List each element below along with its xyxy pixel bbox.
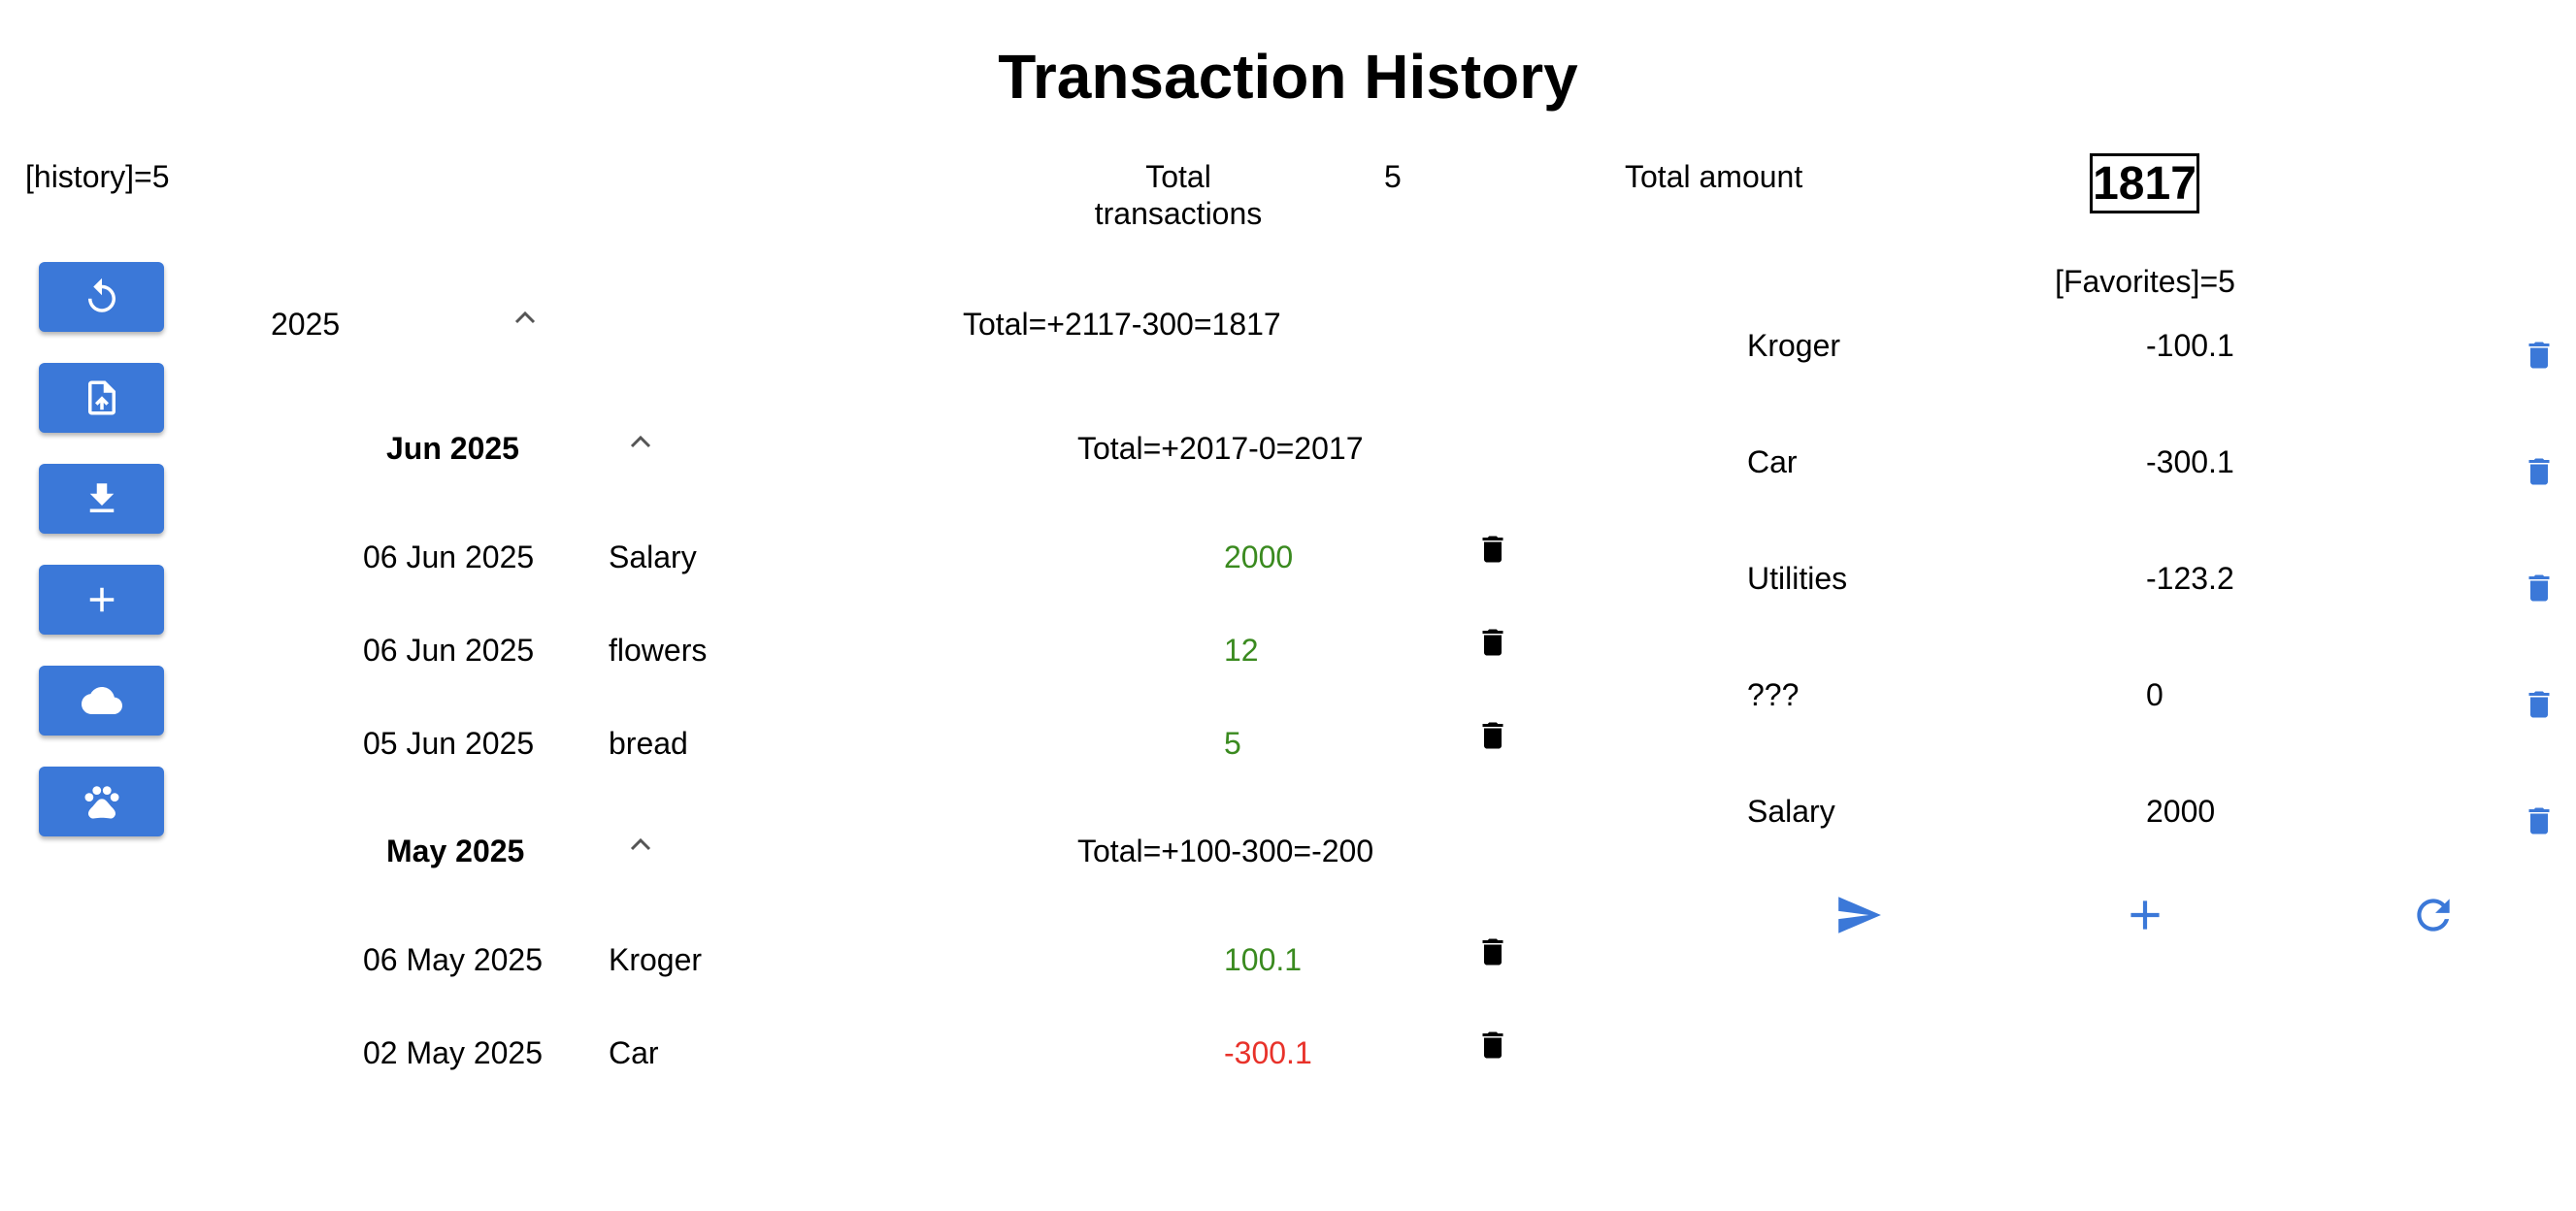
page-title: Transaction History bbox=[998, 42, 1578, 112]
total-amount-value: 1817 bbox=[2090, 153, 2199, 213]
chevron-up-icon bbox=[514, 311, 536, 324]
paw-button[interactable] bbox=[39, 767, 164, 836]
trash-icon bbox=[2528, 458, 2550, 485]
cloud-icon bbox=[81, 687, 122, 714]
row-amount: -300.1 bbox=[1224, 1035, 1312, 1070]
month-total: Total=+2017-0=2017 bbox=[1077, 431, 1364, 466]
refresh-icon bbox=[87, 278, 116, 312]
year-collapse-chevron[interactable] bbox=[511, 303, 540, 332]
total-amount-label: Total amount bbox=[1625, 159, 1803, 194]
total-transactions-value: 5 bbox=[1384, 159, 1402, 194]
year-total: Total=+2117-300=1817 bbox=[963, 307, 1281, 342]
row-date: 06 May 2025 bbox=[363, 942, 544, 977]
trash-icon bbox=[2528, 342, 2550, 369]
month-collapse-chevron[interactable] bbox=[626, 427, 655, 456]
row-date: 06 Jun 2025 bbox=[363, 633, 535, 668]
delete-button[interactable] bbox=[1475, 529, 1510, 570]
trash-icon bbox=[1482, 1031, 1503, 1059]
row-date: 02 May 2025 bbox=[363, 1035, 544, 1070]
download-button[interactable] bbox=[39, 464, 164, 534]
row-name: Kroger bbox=[609, 942, 703, 977]
row-amount: 12 bbox=[1224, 633, 1259, 668]
favorite-delete-button[interactable] bbox=[2522, 568, 2557, 608]
delete-button[interactable] bbox=[1475, 622, 1510, 663]
favorites-header: [Favorites]=5 bbox=[2055, 264, 2235, 299]
file-upload-icon bbox=[87, 380, 116, 415]
refresh-icon bbox=[2417, 899, 2450, 932]
refresh-button[interactable] bbox=[39, 262, 164, 332]
trash-icon bbox=[2528, 807, 2550, 835]
favorite-item[interactable]: Utilities -123.2 bbox=[1737, 560, 2572, 602]
table-row: 05 Jun 2025 bread 5 bbox=[0, 722, 1553, 766]
row-name: Car bbox=[609, 1035, 659, 1070]
favorite-name: Car bbox=[1747, 444, 1798, 479]
add-favorite-button[interactable] bbox=[2121, 891, 2169, 939]
table-row: 06 Jun 2025 Salary 2000 bbox=[0, 536, 1553, 579]
trash-icon bbox=[1482, 536, 1503, 563]
send-icon bbox=[1838, 897, 1881, 933]
trash-icon bbox=[1482, 938, 1503, 966]
favorite-item[interactable]: ??? 0 bbox=[1737, 676, 2572, 718]
table-row: 06 Jun 2025 flowers 12 bbox=[0, 629, 1553, 672]
plus-icon bbox=[2130, 900, 2160, 930]
refresh-favorites-button[interactable] bbox=[2409, 891, 2458, 939]
month-total: Total=+100-300=-200 bbox=[1077, 834, 1374, 868]
row-name: Salary bbox=[609, 540, 697, 574]
favorite-amount: 2000 bbox=[2146, 794, 2216, 829]
trash-icon bbox=[2528, 691, 2550, 718]
send-button[interactable] bbox=[1834, 891, 1883, 939]
favorite-item[interactable]: Kroger -100.1 bbox=[1737, 327, 2572, 369]
row-amount: 5 bbox=[1224, 726, 1241, 761]
favorite-item[interactable]: Car -300.1 bbox=[1737, 443, 2572, 485]
row-name: flowers bbox=[609, 633, 708, 668]
favorite-item[interactable]: Salary 2000 bbox=[1737, 793, 2572, 835]
month-label: Jun 2025 bbox=[386, 431, 519, 466]
favorite-amount: -100.1 bbox=[2146, 328, 2234, 363]
row-amount: 100.1 bbox=[1224, 942, 1303, 977]
row-date: 06 Jun 2025 bbox=[363, 540, 535, 574]
total-transactions-label: Total transactions bbox=[1048, 158, 1308, 232]
favorite-delete-button[interactable] bbox=[2522, 335, 2557, 376]
table-row: 06 May 2025 Kroger 100.1 bbox=[0, 938, 1553, 982]
favorite-delete-button[interactable] bbox=[2522, 801, 2557, 841]
favorite-amount: -123.2 bbox=[2146, 561, 2234, 596]
delete-button[interactable] bbox=[1475, 715, 1510, 756]
favorite-delete-button[interactable] bbox=[2522, 451, 2557, 492]
month-collapse-chevron[interactable] bbox=[626, 830, 655, 859]
delete-button[interactable] bbox=[1475, 1025, 1510, 1065]
plus-icon bbox=[89, 587, 114, 612]
paw-icon bbox=[84, 786, 118, 819]
favorite-delete-button[interactable] bbox=[2522, 684, 2557, 725]
history-count: [history]=5 bbox=[25, 159, 170, 194]
table-row: 02 May 2025 Car -300.1 bbox=[0, 1031, 1553, 1075]
chevron-up-icon bbox=[630, 435, 651, 448]
favorite-name: ??? bbox=[1747, 677, 1800, 712]
delete-button[interactable] bbox=[1475, 932, 1510, 972]
download-icon bbox=[89, 483, 114, 512]
row-amount: 2000 bbox=[1224, 540, 1294, 574]
favorite-amount: 0 bbox=[2146, 677, 2163, 712]
total-transactions-label-line2: transactions bbox=[1094, 196, 1263, 231]
month-label: May 2025 bbox=[386, 834, 525, 868]
favorite-name: Salary bbox=[1747, 794, 1835, 829]
year-label: 2025 bbox=[271, 307, 341, 342]
trash-icon bbox=[1482, 629, 1503, 656]
trash-icon bbox=[2528, 574, 2550, 602]
total-transactions-label-line1: Total bbox=[1145, 159, 1211, 194]
chevron-up-icon bbox=[630, 837, 651, 851]
favorite-amount: -300.1 bbox=[2146, 444, 2234, 479]
trash-icon bbox=[1482, 722, 1503, 749]
upload-file-button[interactable] bbox=[39, 363, 164, 433]
row-date: 05 Jun 2025 bbox=[363, 726, 535, 761]
row-name: bread bbox=[609, 726, 688, 761]
favorite-name: Kroger bbox=[1747, 328, 1841, 363]
favorite-name: Utilities bbox=[1747, 561, 1848, 596]
